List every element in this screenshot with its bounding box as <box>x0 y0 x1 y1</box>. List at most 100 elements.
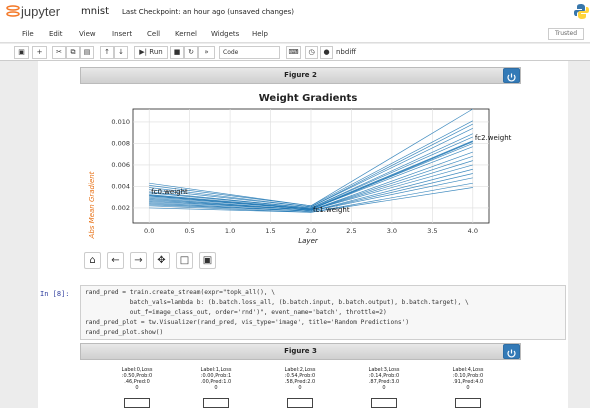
caption-line: 0 <box>382 385 386 391</box>
arrow-left-icon: ← <box>111 255 120 266</box>
arrow-up-icon: ↑ <box>104 48 110 56</box>
caption-line: 0 <box>214 385 218 391</box>
toolbar: ▣ + ✂ ⧉ ▤ ↑ ↓ ▶| Run ■ ↻ » Code ⌨ ◷ ● nb… <box>0 44 590 61</box>
menu-kernel[interactable]: Kernel <box>175 30 197 38</box>
restart-icon: ↻ <box>188 48 194 56</box>
move-icon: ✥ <box>157 255 166 266</box>
notebook-header: jupyter mnist Last Checkpoint: an hour a… <box>0 0 590 26</box>
home-button[interactable]: ⌂ <box>84 252 101 269</box>
save-button[interactable]: ▣ <box>14 46 29 59</box>
layer-annotation: fc1.weight <box>313 206 350 214</box>
paste-button[interactable]: ▤ <box>80 46 94 59</box>
step-forward-icon: ▶| <box>139 48 148 56</box>
figure2-title-bar[interactable]: Figure 2 <box>80 67 521 84</box>
x-tick-label: 3.0 <box>387 227 397 235</box>
insert-cell-button[interactable]: + <box>32 46 47 59</box>
layer-annotation: fc2.weight <box>475 134 512 142</box>
figure3-close-button[interactable] <box>503 344 520 359</box>
run-button[interactable]: ▶| Run <box>134 46 168 59</box>
layer-annotation: fc0.weight <box>151 188 188 196</box>
download-button[interactable]: ▣ <box>199 252 216 269</box>
back-button[interactable]: ← <box>107 252 124 269</box>
prediction-image <box>203 398 229 408</box>
python-logo-icon <box>574 4 589 19</box>
notebook-name[interactable]: mnist <box>81 6 109 17</box>
menu-insert[interactable]: Insert <box>112 30 132 38</box>
menu-file[interactable]: File <box>22 30 34 38</box>
cell-prompt: In [8]: <box>40 290 70 298</box>
restart-button[interactable]: ↻ <box>184 46 198 59</box>
arrow-right-icon: → <box>134 255 143 266</box>
checkpoint-status: Last Checkpoint: an hour ago (unsaved ch… <box>122 8 295 16</box>
prediction-caption: Label:4,Loss :0.10,Prob:0 .91,Pred:4.0 0 <box>450 367 486 391</box>
history-button[interactable]: ◷ <box>305 46 318 59</box>
prediction-caption: Label:1,Loss :0.00,Prob:1 .00,Pred:1.0 0 <box>198 367 234 391</box>
save-icon: ▣ <box>18 48 25 56</box>
cell-type-value: Code <box>223 49 239 56</box>
copy-button[interactable]: ⧉ <box>66 46 80 59</box>
figure3-title-bar[interactable]: Figure 3 <box>80 343 521 360</box>
x-tick-label: 1.5 <box>265 227 275 235</box>
code-line: rand_pred_plot = tw.Visualizer(rand_pred… <box>85 319 410 326</box>
arrow-down-icon: ↓ <box>118 48 124 56</box>
github-icon: ● <box>323 48 330 56</box>
figure2-close-button[interactable] <box>503 68 520 83</box>
caption-line: 0 <box>298 385 302 391</box>
move-down-button[interactable]: ↓ <box>114 46 128 59</box>
pan-button[interactable]: ✥ <box>153 252 170 269</box>
y-tick-label: 0.006 <box>111 161 130 169</box>
caption-line: 0 <box>135 385 139 391</box>
jupyter-logo-icon <box>6 5 20 17</box>
x-tick-label: 2.5 <box>346 227 356 235</box>
y-tick-label: 0.008 <box>111 139 130 147</box>
code-line: rand_pred = train.create_stream(expr="to… <box>85 289 275 296</box>
restart-run-all-button[interactable]: » <box>198 46 215 59</box>
scissors-icon: ✂ <box>56 48 62 56</box>
stop-icon: ■ <box>173 48 181 56</box>
prediction-image <box>455 398 481 408</box>
y-tick-label: 0.002 <box>111 204 130 212</box>
x-tick-label: 3.5 <box>427 227 437 235</box>
forward-button[interactable]: → <box>130 252 147 269</box>
prediction-image <box>371 398 397 408</box>
prediction-caption: Label:3,Loss :0.14,Prob:0 .87,Pred:3.0 0 <box>366 367 402 391</box>
x-tick-label: 1.0 <box>225 227 235 235</box>
jupyter-brand[interactable]: jupyter <box>21 4 60 19</box>
move-up-button[interactable]: ↑ <box>100 46 114 59</box>
power-icon <box>507 349 516 358</box>
menu-edit[interactable]: Edit <box>49 30 63 38</box>
code-line: batch_vals=lambda b: (b.batch.loss_all, … <box>85 299 469 306</box>
plus-icon: + <box>36 48 43 56</box>
weight-gradients-chart[interactable]: Weight Gradients Abs Mean Gradient Layer… <box>80 85 521 250</box>
code-line: out_f=image_class_out, order='rnd')", ev… <box>85 309 387 316</box>
x-tick-label: 4.0 <box>468 227 478 235</box>
github-button[interactable]: ● <box>320 46 333 59</box>
copy-icon: ⧉ <box>70 48 76 56</box>
menu-cell[interactable]: Cell <box>147 30 160 38</box>
zoom-button[interactable]: □ <box>176 252 193 269</box>
x-tick-label: 2.0 <box>306 227 316 235</box>
run-label: Run <box>149 48 163 56</box>
prediction-image <box>287 398 313 408</box>
x-tick-label: 0.0 <box>144 227 154 235</box>
command-palette-button[interactable]: ⌨ <box>286 46 301 59</box>
clock-icon: ◷ <box>308 48 315 56</box>
chart-title: Weight Gradients <box>259 93 358 104</box>
home-icon: ⌂ <box>89 255 96 266</box>
power-icon <box>507 73 516 82</box>
cut-button[interactable]: ✂ <box>52 46 66 59</box>
menu-widgets[interactable]: Widgets <box>211 30 239 38</box>
cell-type-select[interactable]: Code <box>219 46 280 59</box>
nbdiff-button[interactable]: nbdiff <box>336 46 356 59</box>
y-tick-label: 0.004 <box>111 182 130 190</box>
trusted-badge[interactable]: Trusted <box>548 28 584 40</box>
caption-line: 0 <box>466 385 470 391</box>
menu-help[interactable]: Help <box>252 30 268 38</box>
paste-icon: ▤ <box>83 48 91 56</box>
menu-bar: File Edit View Insert Cell Kernel Widget… <box>0 26 590 43</box>
interrupt-button[interactable]: ■ <box>170 46 184 59</box>
prediction-image <box>124 398 150 408</box>
menu-view[interactable]: View <box>79 30 96 38</box>
code-cell-input[interactable]: rand_pred = train.create_stream(expr="to… <box>80 285 566 340</box>
y-tick-label: 0.010 <box>111 118 130 126</box>
